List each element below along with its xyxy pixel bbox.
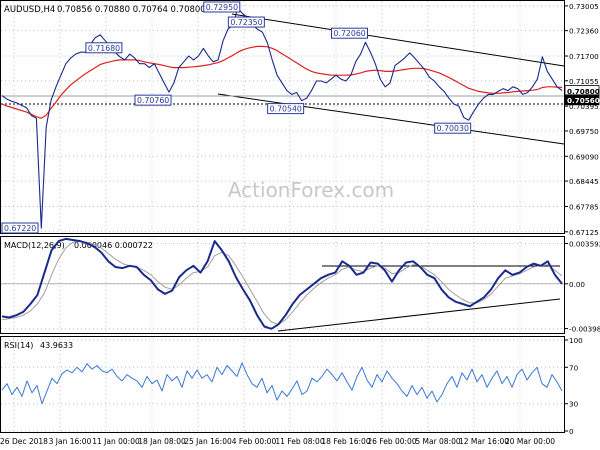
price-annotation-label: 0.70030 (437, 124, 469, 133)
y-tick-label: 0.71700 (569, 52, 599, 61)
x-tick-label: 5 Mar 08:00 (415, 437, 461, 446)
x-tick-label: 25 Jan 16:00 (184, 437, 232, 446)
x-tick-label: 20 Mar 00:00 (505, 437, 555, 446)
y-tick-label: 0 (569, 427, 574, 436)
macd-signal-line (1, 240, 563, 325)
x-tick-label: 3 Jan 16:00 (49, 437, 92, 446)
y-tick-label: -0.003986 (569, 325, 600, 334)
price-annotation-label: 0.70540 (270, 105, 302, 114)
y-tick-label: 0.71055 (569, 77, 599, 86)
chart-window: ActionForex.com AUDUSD,H4 0.70856 0.7088… (0, 0, 600, 450)
price-annotation-label: 0.72350 (230, 18, 262, 27)
price-annotation-label: 0.70760 (137, 96, 169, 105)
chart-symbol: AUDUSD,H4 (4, 5, 55, 15)
price-annotation-label: 0.67220 (4, 224, 36, 233)
macd-support-line (277, 298, 561, 332)
y-tick-label: 0.00 (569, 280, 585, 289)
chart-ohlc: 0.70856 0.70880 0.70764 0.70800 (57, 5, 206, 15)
grid-lines (1, 1, 564, 432)
x-tick-label: 26 Dec 2018 (0, 437, 48, 446)
y-tick-label: 0.69750 (569, 127, 599, 136)
y-tick-label: 0.72360 (569, 27, 599, 36)
rsi-title-value: 43.9633 (40, 341, 73, 350)
x-tick-label: 12 Mar 16:00 (459, 437, 509, 446)
rsi-panel-frame (0, 336, 565, 433)
rsi-line (1, 362, 563, 405)
price-annotation-label: 0.71680 (88, 44, 120, 53)
y-tick-label: 0.68445 (569, 177, 599, 186)
series-layer (1, 7, 564, 405)
rsi-title: RSI(14) (4, 341, 33, 350)
x-tick-label: 4 Feb 00:00 (232, 437, 277, 446)
channel-upper-line (231, 13, 565, 67)
y-tick-label: 0.73005 (569, 2, 599, 11)
price-annotation-label: 0.72060 (334, 29, 366, 38)
y-tick-label: 0.67125 (569, 228, 599, 237)
channel-lower-line (217, 93, 565, 145)
chart-canvas: ActionForex.com AUDUSD,H4 0.70856 0.7088… (0, 0, 600, 446)
price-annotation-label: 0.72950 (206, 3, 238, 12)
x-tick-label: 11 Feb 08:00 (275, 437, 324, 446)
current-price-label: 0.70560 (567, 96, 600, 105)
x-tick-label: 26 Feb 00:00 (367, 437, 416, 446)
axis-layer: 26 Dec 2018 3 Jan 16:00 11 Jan 00:0018 Jan… (0, 2, 600, 446)
y-tick-label: 0.67785 (569, 202, 599, 211)
x-tick-label: 18 Jan 08:00 (138, 437, 186, 446)
y-tick-label: 100 (569, 336, 583, 345)
y-tick-label: 0.003592 (569, 239, 600, 248)
y-tick-label: 0.69090 (569, 152, 599, 161)
x-tick-label: 18 Feb 16:00 (321, 437, 370, 446)
y-tick-label: 70 (569, 363, 579, 372)
x-tick-label: 11 Jan 00:00 (92, 437, 140, 446)
watermark: ActionForex.com (228, 178, 394, 202)
y-tick-label: 30 (569, 400, 579, 409)
